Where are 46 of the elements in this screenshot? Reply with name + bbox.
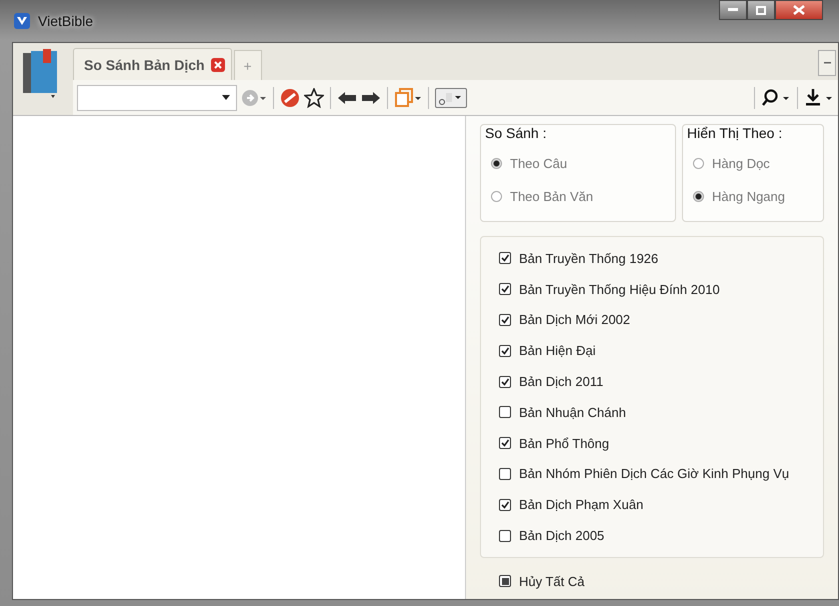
close-icon [793, 5, 805, 15]
passage-combo-field[interactable] [77, 84, 237, 110]
radio-option[interactable]: Hàng Ngang [693, 180, 813, 213]
version-checkbox[interactable]: Bản Truyền Thống 1926 [499, 243, 805, 274]
forward-arrow-icon[interactable] [361, 90, 381, 104]
checkmark-icon [500, 284, 510, 294]
version-checkbox[interactable]: Bản Hiện Đại [499, 335, 805, 366]
close-button[interactable] [775, 0, 823, 20]
version-checkbox[interactable]: Bản Dịch Phạm Xuân [499, 489, 805, 520]
checkmark-icon [500, 253, 510, 264]
dropdown-arrow-icon[interactable] [222, 95, 230, 100]
close-tab-icon[interactable] [210, 58, 225, 72]
group-title: Hiển Thị Theo : [687, 125, 784, 141]
group-title: So Sánh : [485, 125, 548, 141]
maximize-icon [756, 6, 766, 14]
minimize-button[interactable] [719, 0, 747, 20]
star-icon[interactable] [304, 88, 324, 108]
compare-options-button[interactable] [435, 88, 467, 108]
app-icon [14, 13, 30, 29]
maximize-button[interactable] [747, 0, 775, 20]
clear-all-checkbox[interactable]: Hủy Tất Cả [480, 566, 824, 597]
checkmark-icon [500, 346, 510, 356]
version-checkbox[interactable]: Bản Phổ Thông [499, 428, 805, 459]
version-checkbox[interactable]: Bản Nhóm Phiên Dịch Các Giờ Kinh Phụng Vụ [499, 458, 805, 490]
radio-option[interactable]: Hàng Dọc [693, 147, 813, 180]
minimize-icon [728, 8, 738, 12]
checkmark-icon [500, 500, 510, 510]
copy-icon[interactable] [394, 88, 422, 108]
radio-option[interactable]: Theo Câu [491, 147, 665, 180]
radio-option[interactable]: Theo Bản Văn [491, 180, 665, 213]
tab[interactable]: So Sánh Bản Dịch [73, 48, 232, 80]
version-checkbox[interactable]: Bản Truyền Thống Hiệu Đính 2010 [499, 274, 805, 305]
no-entry-icon[interactable] [280, 88, 300, 108]
window-title: VietBible [38, 13, 94, 29]
version-checkbox[interactable]: Bản Nhuận Chánh [499, 396, 805, 428]
download-icon[interactable] [804, 88, 834, 108]
checkmark-icon [500, 314, 510, 325]
checkmark-icon [500, 376, 510, 387]
checkmark-icon [500, 438, 510, 448]
tab-list-button[interactable] [818, 50, 836, 76]
minus-icon [824, 62, 830, 64]
search-icon[interactable] [761, 88, 791, 108]
version-checkbox[interactable]: Bản Dịch 2011 [499, 366, 805, 397]
back-arrow-icon[interactable] [337, 90, 357, 104]
version-checkbox[interactable]: Bản Dịch Mới 2002 [499, 304, 805, 336]
version-checkbox[interactable]: Bản Dịch 2005 [499, 520, 805, 551]
